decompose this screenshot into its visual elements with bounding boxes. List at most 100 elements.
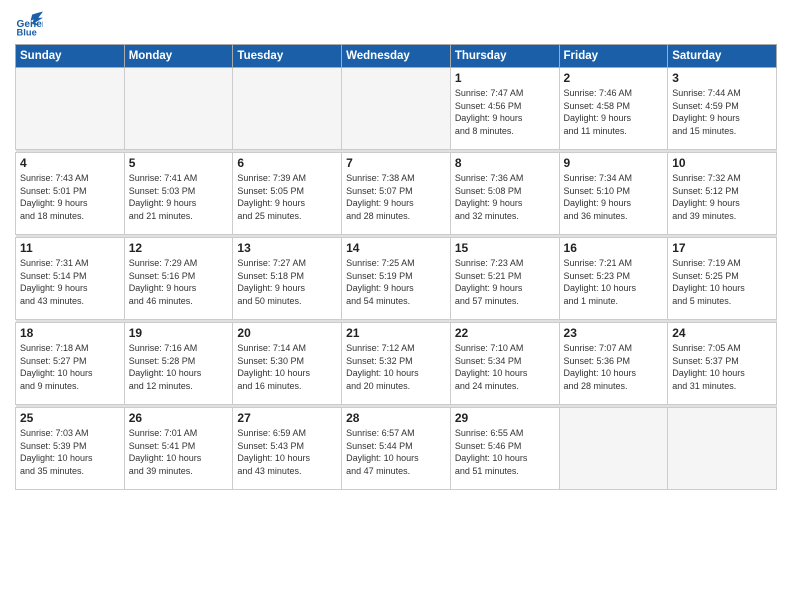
day-info: Sunrise: 6:55 AM Sunset: 5:46 PM Dayligh…	[455, 427, 555, 477]
calendar-cell: 13 Sunrise: 7:27 AM Sunset: 5:18 PM Dayli…	[233, 238, 342, 320]
calendar-cell	[233, 68, 342, 150]
day-info: Sunrise: 7:18 AM Sunset: 5:27 PM Dayligh…	[20, 342, 120, 392]
day-info: Sunrise: 7:07 AM Sunset: 5:36 PM Dayligh…	[564, 342, 664, 392]
calendar-cell: 16 Sunrise: 7:21 AM Sunset: 5:23 PM Dayli…	[559, 238, 668, 320]
calendar-cell	[559, 408, 668, 490]
day-info: Sunrise: 7:03 AM Sunset: 5:39 PM Dayligh…	[20, 427, 120, 477]
day-info: Sunrise: 7:46 AM Sunset: 4:58 PM Dayligh…	[564, 87, 664, 137]
logo-bird-icon: General Blue	[15, 10, 43, 38]
calendar-cell: 5 Sunrise: 7:41 AM Sunset: 5:03 PM Daylig…	[124, 153, 233, 235]
day-info: Sunrise: 7:39 AM Sunset: 5:05 PM Dayligh…	[237, 172, 337, 222]
day-info: Sunrise: 7:05 AM Sunset: 5:37 PM Dayligh…	[672, 342, 772, 392]
day-number: 28	[346, 411, 446, 425]
page-header: General Blue	[15, 10, 777, 38]
day-number: 19	[129, 326, 229, 340]
calendar-cell: 8Sunrise: 7:36 AM Sunset: 5:08 PM Daylig…	[450, 153, 559, 235]
day-number: 3	[672, 71, 772, 85]
day-number: 21	[346, 326, 446, 340]
day-info: Sunrise: 7:25 AM Sunset: 5:19 PM Dayligh…	[346, 257, 446, 307]
calendar-cell: 10 Sunrise: 7:32 AM Sunset: 5:12 PM Dayli…	[668, 153, 777, 235]
day-info: Sunrise: 7:44 AM Sunset: 4:59 PM Dayligh…	[672, 87, 772, 137]
weekday-header-saturday: Saturday	[668, 45, 777, 68]
calendar-cell: 21 Sunrise: 7:12 AM Sunset: 5:32 PM Dayli…	[342, 323, 451, 405]
day-number: 23	[564, 326, 664, 340]
day-info: Sunrise: 7:36 AM Sunset: 5:08 PM Dayligh…	[455, 172, 555, 222]
day-number: 4	[20, 156, 120, 170]
day-info: Sunrise: 7:32 AM Sunset: 5:12 PM Dayligh…	[672, 172, 772, 222]
day-number: 17	[672, 241, 772, 255]
calendar-cell: 24 Sunrise: 7:05 AM Sunset: 5:37 PM Dayli…	[668, 323, 777, 405]
calendar-cell: 3 Sunrise: 7:44 AM Sunset: 4:59 PM Daylig…	[668, 68, 777, 150]
day-number: 18	[20, 326, 120, 340]
calendar-cell: 17 Sunrise: 7:19 AM Sunset: 5:25 PM Dayli…	[668, 238, 777, 320]
calendar-week-row: 4 Sunrise: 7:43 AM Sunset: 5:01 PM Daylig…	[16, 153, 777, 235]
day-number: 1	[455, 71, 555, 85]
day-number: 12	[129, 241, 229, 255]
weekday-header-tuesday: Tuesday	[233, 45, 342, 68]
day-number: 6	[237, 156, 337, 170]
calendar-cell: 20Sunrise: 7:14 AM Sunset: 5:30 PM Dayli…	[233, 323, 342, 405]
day-number: 7	[346, 156, 446, 170]
weekday-header-sunday: Sunday	[16, 45, 125, 68]
calendar-cell: 2Sunrise: 7:46 AM Sunset: 4:58 PM Daylig…	[559, 68, 668, 150]
calendar-cell: 7 Sunrise: 7:38 AM Sunset: 5:07 PM Daylig…	[342, 153, 451, 235]
calendar-cell: 26Sunrise: 7:01 AM Sunset: 5:41 PM Dayli…	[124, 408, 233, 490]
weekday-header-thursday: Thursday	[450, 45, 559, 68]
calendar-week-row: 18 Sunrise: 7:18 AM Sunset: 5:27 PM Dayli…	[16, 323, 777, 405]
day-info: Sunrise: 7:19 AM Sunset: 5:25 PM Dayligh…	[672, 257, 772, 307]
calendar-cell: 11 Sunrise: 7:31 AM Sunset: 5:14 PM Dayli…	[16, 238, 125, 320]
calendar-cell: 9Sunrise: 7:34 AM Sunset: 5:10 PM Daylig…	[559, 153, 668, 235]
calendar-cell: 1 Sunrise: 7:47 AM Sunset: 4:56 PM Daylig…	[450, 68, 559, 150]
weekday-header-wednesday: Wednesday	[342, 45, 451, 68]
weekday-header-friday: Friday	[559, 45, 668, 68]
day-info: Sunrise: 7:21 AM Sunset: 5:23 PM Dayligh…	[564, 257, 664, 307]
calendar-cell: 14 Sunrise: 7:25 AM Sunset: 5:19 PM Dayli…	[342, 238, 451, 320]
logo: General Blue	[15, 10, 43, 38]
day-number: 27	[237, 411, 337, 425]
calendar-header-row: SundayMondayTuesdayWednesdayThursdayFrid…	[16, 45, 777, 68]
calendar-cell: 6 Sunrise: 7:39 AM Sunset: 5:05 PM Daylig…	[233, 153, 342, 235]
calendar-cell: 15 Sunrise: 7:23 AM Sunset: 5:21 PM Dayli…	[450, 238, 559, 320]
day-info: Sunrise: 7:16 AM Sunset: 5:28 PM Dayligh…	[129, 342, 229, 392]
day-info: Sunrise: 7:23 AM Sunset: 5:21 PM Dayligh…	[455, 257, 555, 307]
day-info: Sunrise: 7:34 AM Sunset: 5:10 PM Dayligh…	[564, 172, 664, 222]
calendar-cell	[342, 68, 451, 150]
calendar-cell: 25 Sunrise: 7:03 AM Sunset: 5:39 PM Dayli…	[16, 408, 125, 490]
day-number: 10	[672, 156, 772, 170]
day-info: Sunrise: 7:27 AM Sunset: 5:18 PM Dayligh…	[237, 257, 337, 307]
day-info: Sunrise: 7:12 AM Sunset: 5:32 PM Dayligh…	[346, 342, 446, 392]
calendar-week-row: 11 Sunrise: 7:31 AM Sunset: 5:14 PM Dayli…	[16, 238, 777, 320]
day-number: 5	[129, 156, 229, 170]
calendar-cell: 19 Sunrise: 7:16 AM Sunset: 5:28 PM Dayli…	[124, 323, 233, 405]
calendar-cell: 27 Sunrise: 6:59 AM Sunset: 5:43 PM Dayli…	[233, 408, 342, 490]
day-info: Sunrise: 7:14 AM Sunset: 5:30 PM Dayligh…	[237, 342, 337, 392]
calendar-cell: 22Sunrise: 7:10 AM Sunset: 5:34 PM Dayli…	[450, 323, 559, 405]
calendar-week-row: 1 Sunrise: 7:47 AM Sunset: 4:56 PM Daylig…	[16, 68, 777, 150]
day-number: 13	[237, 241, 337, 255]
day-info: Sunrise: 7:47 AM Sunset: 4:56 PM Dayligh…	[455, 87, 555, 137]
day-info: Sunrise: 7:29 AM Sunset: 5:16 PM Dayligh…	[129, 257, 229, 307]
day-info: Sunrise: 6:59 AM Sunset: 5:43 PM Dayligh…	[237, 427, 337, 477]
day-info: Sunrise: 6:57 AM Sunset: 5:44 PM Dayligh…	[346, 427, 446, 477]
day-number: 15	[455, 241, 555, 255]
calendar-cell: 4 Sunrise: 7:43 AM Sunset: 5:01 PM Daylig…	[16, 153, 125, 235]
calendar-cell	[16, 68, 125, 150]
day-number: 11	[20, 241, 120, 255]
calendar-cell: 29 Sunrise: 6:55 AM Sunset: 5:46 PM Dayli…	[450, 408, 559, 490]
weekday-header-monday: Monday	[124, 45, 233, 68]
calendar-week-row: 25 Sunrise: 7:03 AM Sunset: 5:39 PM Dayli…	[16, 408, 777, 490]
day-number: 14	[346, 241, 446, 255]
day-number: 25	[20, 411, 120, 425]
calendar-cell: 18 Sunrise: 7:18 AM Sunset: 5:27 PM Dayli…	[16, 323, 125, 405]
day-number: 29	[455, 411, 555, 425]
day-info: Sunrise: 7:38 AM Sunset: 5:07 PM Dayligh…	[346, 172, 446, 222]
calendar-cell	[668, 408, 777, 490]
day-info: Sunrise: 7:43 AM Sunset: 5:01 PM Dayligh…	[20, 172, 120, 222]
day-number: 16	[564, 241, 664, 255]
day-number: 24	[672, 326, 772, 340]
day-info: Sunrise: 7:41 AM Sunset: 5:03 PM Dayligh…	[129, 172, 229, 222]
calendar-cell: 23 Sunrise: 7:07 AM Sunset: 5:36 PM Dayli…	[559, 323, 668, 405]
day-number: 26	[129, 411, 229, 425]
calendar-cell: 28 Sunrise: 6:57 AM Sunset: 5:44 PM Dayli…	[342, 408, 451, 490]
day-info: Sunrise: 7:31 AM Sunset: 5:14 PM Dayligh…	[20, 257, 120, 307]
